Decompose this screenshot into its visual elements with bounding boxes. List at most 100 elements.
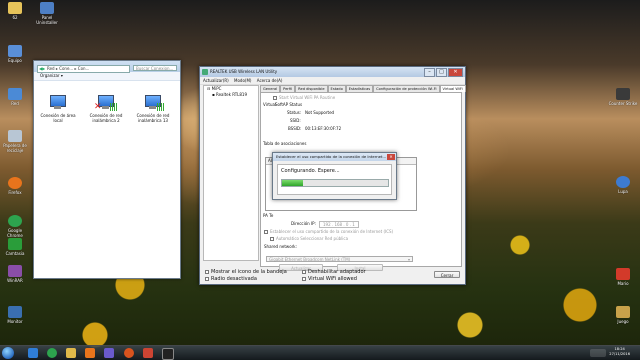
monitor-icon xyxy=(8,306,22,318)
ip-label: Dirección IP: xyxy=(291,221,316,226)
desktop-icon-magnifier[interactable]: Lupa xyxy=(608,176,638,194)
computer-icon xyxy=(8,45,22,57)
connection-item-wireless-13[interactable]: Conexión de red inalámbrica 13 xyxy=(131,95,175,123)
start-button[interactable] xyxy=(2,347,14,359)
tab-wps[interactable]: Configuración de protección Wi-Fi xyxy=(373,85,440,92)
breadcrumb-red[interactable]: Red xyxy=(47,66,55,71)
back-forward-icon[interactable]: ◀▶ xyxy=(39,66,45,72)
tab-red-disponible[interactable]: Red disponible xyxy=(295,85,328,92)
user-folder-icon xyxy=(8,2,22,14)
game-icon xyxy=(616,306,630,318)
dialog-message: Configurando. Espere... xyxy=(281,168,340,174)
desktop-icon-winrar[interactable]: WinRAR xyxy=(0,265,30,283)
realtek-titlebar[interactable]: REALTEK USB Wireless LAN Utility – □ ✕ xyxy=(200,67,465,77)
firefox-icon xyxy=(8,177,22,189)
connection-item-wireless-2[interactable]: ✕ Conexión de red inalámbrica 2 xyxy=(84,95,128,123)
camtasia-icon xyxy=(8,238,22,250)
breadcrumb-conexiones[interactable]: Cone... xyxy=(59,66,73,71)
explorer-icon[interactable] xyxy=(66,348,76,358)
network-adapter-icon xyxy=(47,95,69,111)
tab-estadisticas[interactable]: Estadísticas xyxy=(345,85,374,92)
shared-network-select[interactable]: Gigabit Ethernet Broadcom NetLink (TM) ▾ xyxy=(266,256,413,262)
ip-address-field[interactable]: 192 . 168 . 0 . 1 xyxy=(319,221,359,228)
desktop-icon-firefox[interactable]: Firefox xyxy=(0,177,30,195)
pa-label: PA Te xyxy=(263,213,274,218)
desktop-icon-monitor[interactable]: Monitor xyxy=(0,306,30,324)
wireless-disconnected-icon: ✕ xyxy=(94,95,117,112)
share-ics-checkbox[interactable]: Establecer el uso compartido de la conex… xyxy=(264,229,393,234)
tab-virtual-wifi[interactable]: Virtual WiFi xyxy=(439,85,466,92)
taskbar: 18:24 27/11/2016 xyxy=(0,345,640,360)
dialog-close-button[interactable]: ✕ xyxy=(387,154,395,160)
realtek-icon[interactable] xyxy=(104,348,114,358)
close-button[interactable]: ✕ xyxy=(448,68,463,77)
association-table-title: Tabla de asociaciones xyxy=(263,141,307,146)
menu-acerca[interactable]: Acerca de(A) xyxy=(257,78,283,83)
firefox-icon[interactable] xyxy=(124,348,134,358)
show-tray-icon-checkbox[interactable]: Mostrar el icono de la bandeja xyxy=(205,269,287,275)
chrome-icon[interactable] xyxy=(47,348,57,358)
magnifier-icon xyxy=(616,176,630,188)
tab-estado[interactable]: Estado xyxy=(327,85,346,92)
desktop-icon-game[interactable]: Juego xyxy=(608,306,638,324)
cmd-icon[interactable] xyxy=(162,348,174,360)
shared-network-label: Shared network: xyxy=(264,244,297,249)
search-input[interactable]: Buscar Conexion... xyxy=(133,65,177,71)
desktop-icon-mario[interactable]: Mario xyxy=(608,268,638,286)
connections-list: Conexión de área local ✕ Conexión de red… xyxy=(34,81,180,277)
address-bar[interactable]: ◀▶ Red ▸ Cone... ▸ Con... xyxy=(37,65,130,73)
window-title: REALTEK USB Wireless LAN Utility xyxy=(210,69,278,74)
cs-icon xyxy=(616,88,630,100)
device-tree: ⊟ MiPC ▪ Realtek RTL819 xyxy=(203,85,259,261)
network-connections-window[interactable]: ◀▶ Red ▸ Cone... ▸ Con... Buscar Conexio… xyxy=(33,60,181,279)
auto-select-checkbox[interactable]: Automático Seleccionar Red pública xyxy=(270,236,348,241)
virtual-wifi-allowed-checkbox[interactable]: Virtual WiFi allowed xyxy=(302,276,357,282)
mario-icon xyxy=(616,268,630,280)
paint-icon[interactable] xyxy=(143,348,153,358)
close-dialog-button[interactable]: Cerrar xyxy=(434,271,460,278)
desktop-icon-equipo[interactable]: Equipo xyxy=(0,45,30,63)
radio-off-checkbox[interactable]: Radio desactivada xyxy=(205,276,257,282)
explorer-titlebar[interactable]: ◀▶ Red ▸ Cone... ▸ Con... Buscar Conexio… xyxy=(34,61,180,73)
ie-icon[interactable] xyxy=(28,348,38,358)
network-icon xyxy=(8,88,22,100)
desktop-icon-red[interactable]: Red xyxy=(0,88,30,106)
tray-icons[interactable] xyxy=(590,349,606,357)
bssid-label: BSSID: xyxy=(288,126,302,131)
media-player-icon[interactable] xyxy=(85,348,95,358)
chrome-icon xyxy=(8,215,22,227)
desktop-icon-camtasia[interactable]: Camtasia xyxy=(0,238,30,256)
breadcrumb-current[interactable]: Con... xyxy=(78,66,90,71)
organize-menu[interactable]: Organizar ▾ xyxy=(34,72,180,81)
bssid-value: 00:13:EF:30:0F:72 xyxy=(305,126,342,131)
menu-actualizar[interactable]: Actualizar(R) xyxy=(203,78,229,83)
dialog-titlebar[interactable]: Establecer el uso compartido de la conex… xyxy=(273,153,396,161)
dialog-content: Configurando. Espere... xyxy=(277,164,392,195)
tab-general[interactable]: General xyxy=(260,85,281,92)
tab-perfil[interactable]: Perfil xyxy=(280,85,296,92)
clock[interactable]: 18:24 27/11/2016 xyxy=(609,347,630,357)
winrar-icon xyxy=(8,265,22,277)
realtek-app-icon xyxy=(202,69,208,75)
connection-item-lan[interactable]: Conexión de área local xyxy=(36,95,80,123)
disable-adapter-checkbox[interactable]: Deshabilitar adaptador xyxy=(302,269,366,275)
menu-modo[interactable]: Modo(M) xyxy=(234,78,251,83)
tab-bar: General Perfil Red disponible Estado Est… xyxy=(260,85,466,93)
desktop-icon-chrome[interactable]: Google Chrome xyxy=(0,215,30,238)
maximize-button[interactable]: □ xyxy=(436,68,447,77)
wireless-adapter-icon xyxy=(142,95,164,111)
desktop-icon-recycle[interactable]: Papelera de reciclaje xyxy=(0,130,30,153)
status-label: Status: xyxy=(287,110,302,115)
minimize-button[interactable]: – xyxy=(424,68,435,77)
menu-bar: Actualizar(R) Modo(M) Acerca de(A) xyxy=(200,77,465,85)
desktop-icon-user[interactable]: 62 xyxy=(0,2,30,20)
status-value: Not Supported xyxy=(305,110,335,115)
tree-item-adapter[interactable]: ▪ Realtek RTL819 xyxy=(204,92,258,98)
chevron-down-icon: ▾ xyxy=(407,257,410,262)
start-virtual-wifi-checkbox[interactable]: Start Virtual WiFi PA Routine xyxy=(273,95,335,100)
recycle-bin-icon xyxy=(8,130,22,142)
desktop-icon-uninstaller[interactable]: Panel Uninstaller xyxy=(32,2,62,25)
ics-progress-dialog[interactable]: Establecer el uso compartido de la conex… xyxy=(272,152,397,200)
progress-fill xyxy=(282,180,304,186)
desktop-icon-cs[interactable]: Counter Strike xyxy=(608,88,638,106)
